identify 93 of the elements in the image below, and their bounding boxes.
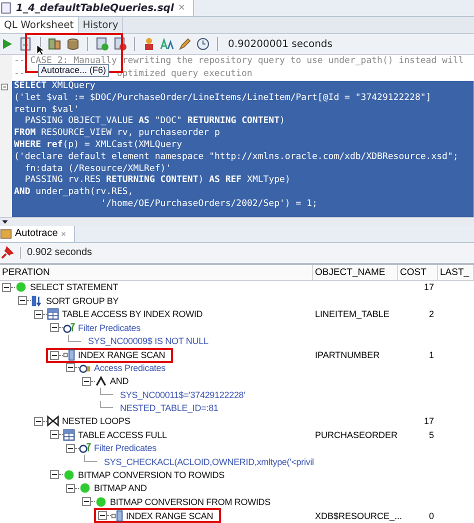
cylinder-icon-button[interactable] (65, 36, 81, 52)
operation-name: BITMAP CONVERSION TO ROWIDS (78, 470, 224, 480)
index-icon (63, 349, 75, 362)
close-tab-icon[interactable]: × (178, 3, 186, 13)
collapse-toggle-icon[interactable] (34, 310, 43, 319)
worksheet-tab[interactable]: History (78, 17, 124, 33)
index-icon (111, 510, 123, 522)
object-name: IPARTNUMBER (315, 350, 380, 360)
table-icon (63, 428, 75, 441)
cost-value: 5 (428, 430, 434, 440)
predicate-text: Filter Predicates (78, 322, 140, 333)
status-dot-icon (95, 496, 107, 508)
object-name: XDB$RESOURCE_... (315, 510, 402, 521)
operation-name: SELECT STATEMENT (30, 282, 118, 292)
worksheet-tab[interactable]: QL Worksheet (0, 17, 79, 33)
cost-value: 17 (424, 282, 434, 292)
operation-name: INDEX RANGE SCAN (126, 510, 214, 521)
code-comment: -- CASE 2: Manually rewriting the repository query to use under_path() instead will (14, 55, 464, 66)
page-check-icon-button[interactable] (94, 36, 110, 52)
column-header[interactable]: COST (400, 266, 426, 278)
code-line: '/home/OE/PurchaseOrders/2002/Sep') = 1; (100, 198, 318, 209)
cost-value: 2 (428, 309, 434, 320)
collapse-toggle-icon[interactable] (50, 470, 59, 480)
collapse-toggle-icon[interactable] (66, 363, 75, 372)
operation-name: TABLE ACCESS FULL (78, 430, 167, 440)
editor-tab-title[interactable]: 1_4_defaultTableQueries.sql (16, 2, 174, 14)
code-comment: optimized query execution (116, 68, 252, 81)
collapse-toggle-icon[interactable] (2, 282, 11, 292)
text-icon-button[interactable] (159, 36, 175, 52)
predicate-text: SYS_NC00011$='37429122228' (120, 390, 246, 400)
column-header[interactable]: LAST_ (440, 266, 470, 278)
predicate-text: SYS_NC00009$ IS NOT NULL (88, 336, 208, 346)
sql-file-icon (0, 2, 12, 14)
operation-name: BITMAP CONVERSION FROM ROWIDS (110, 496, 270, 507)
collapse-toggle-icon[interactable] (18, 296, 27, 306)
cost-value: 17 (424, 416, 434, 426)
code-line: PASSING OBJECT_VALUE AS "DOC" RETURNING CONTENT) (24, 116, 285, 126)
operation-name: NESTED LOOPS (62, 416, 130, 426)
collapse-toggle-icon[interactable] (34, 416, 43, 426)
object-name: LINEITEM_TABLE (315, 309, 390, 320)
predicate-text: NESTED_TABLE_ID=:81 (120, 402, 218, 413)
code-line: SELECT XMLQuery (14, 81, 96, 91)
fold-icon (1, 82, 11, 92)
mouse-cursor-icon (36, 43, 48, 57)
code-line: return $val' (14, 104, 80, 115)
column-header[interactable]: PERATION (2, 266, 50, 278)
predicate-text: Filter Predicates (94, 443, 156, 454)
operation-name: INDEX RANGE SCAN (78, 350, 166, 360)
collapse-toggle-icon[interactable] (82, 497, 91, 506)
and-icon (95, 375, 107, 388)
operation-name: TABLE ACCESS BY INDEX ROWID (62, 309, 203, 320)
predicate-text: SYS_CHECKACL(ACLOID,OWNERID,xmltype('<privil (104, 456, 314, 467)
collapse-toggle-icon[interactable] (98, 511, 107, 520)
operation-name: SORT GROUP BY (46, 296, 119, 306)
operation-name: BITMAP AND (94, 483, 147, 494)
code-line: fn:data (/Resource/XMLRef)' (24, 164, 172, 174)
collapse-toggle-icon[interactable] (66, 444, 75, 453)
status-dot-icon (15, 281, 27, 294)
filter-icon (63, 322, 75, 334)
collapse-toggle-icon[interactable] (82, 376, 91, 386)
filter-icon (79, 442, 91, 454)
collapse-toggle-icon[interactable] (50, 350, 59, 360)
code-line: PASSING rv.RES RETURNING CONTENT) AS REF XMLType) (24, 175, 290, 186)
code-line: WHERE ref(p) = XMLCast(XMLQuery (14, 140, 182, 150)
pin-button[interactable] (0, 246, 14, 260)
operation-name: AND (110, 376, 129, 386)
sort-icon (31, 294, 43, 307)
trace-tab-title[interactable]: Autotrace (15, 228, 58, 240)
bowtie-icon (47, 415, 59, 428)
collapse-arrow-icon (0, 218, 10, 226)
collapse-toggle-icon[interactable] (66, 484, 75, 493)
pencil-icon-button[interactable] (177, 36, 193, 52)
collapse-toggle-icon[interactable] (50, 323, 59, 332)
code-line: ('declare default element namespace "http://xmlns.oracle.com/xdb/XDBResource.xsd"; (14, 152, 458, 162)
object-name: PURCHASEORDER (315, 430, 398, 440)
cost-value: 1 (428, 350, 434, 360)
status-dot-icon (63, 468, 75, 481)
collapse-toggle-icon[interactable] (50, 430, 59, 440)
table-icon (47, 308, 59, 320)
code-line: AND under_path(rv.RES, (14, 187, 134, 198)
code-comment: -- (14, 68, 25, 81)
code-line: ('let $val := $DOC/PurchaseOrder/LineItems/LineItem/Part[@Id = "37429122228"] (14, 92, 432, 103)
trace-tab-icon (0, 228, 12, 240)
clock-icon-button[interactable] (195, 36, 211, 52)
access-icon (79, 362, 91, 374)
tooltip: Autotrace... (F6) (38, 64, 110, 77)
code-line: FROM RESOURCE_VIEW rv, purchaseorder p (14, 128, 220, 138)
elapsed-time: 0.902 seconds (27, 247, 92, 258)
column-header[interactable]: OBJECT_NAME (315, 266, 386, 278)
elapsed-time: 0.90200001 seconds (228, 38, 332, 50)
status-dot-icon (79, 482, 91, 494)
cost-value: 0 (428, 510, 434, 521)
predicate-text: Access Predicates (94, 362, 166, 373)
